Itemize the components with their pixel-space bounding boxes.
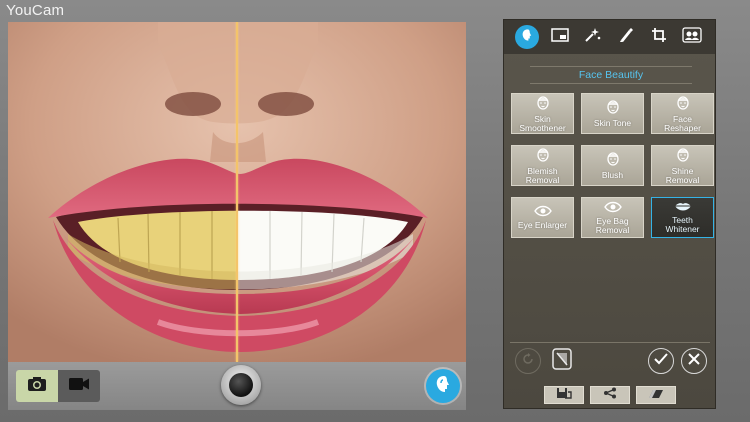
tab-effects[interactable] (581, 25, 605, 49)
camera-bar (8, 362, 466, 410)
tab-crop[interactable] (647, 25, 671, 49)
eye-bag-removal-button[interactable]: Eye Bag Removal (581, 197, 644, 238)
tool-label-line: Removal (525, 174, 560, 185)
tab-face-beautify[interactable] (514, 25, 539, 49)
crop-icon (651, 27, 667, 48)
frame-icon (550, 27, 569, 47)
blemish-removal-button[interactable]: Blemish Removal (511, 145, 574, 186)
beautify-tools-grid: Skin Smoothener Skin Tone Face Reshaper Blemi… (511, 93, 714, 238)
before-after-divider[interactable] (236, 22, 238, 362)
tool-label-line: Eye Enlarger (517, 220, 568, 230)
beautify-toggle-button[interactable] (426, 369, 460, 403)
face-icon (535, 147, 551, 165)
share-button[interactable] (589, 385, 630, 404)
face-reshaper-button[interactable]: Face Reshaper (651, 93, 714, 134)
checkmark-icon (654, 352, 668, 370)
face-swap-icon (682, 26, 703, 48)
face-beautify-icon (433, 374, 453, 399)
panel-divider (510, 342, 710, 343)
face-icon (535, 95, 551, 113)
brush-icon (618, 27, 634, 48)
section-title: Face Beautify (530, 66, 692, 84)
blush-button[interactable]: Blush (581, 145, 644, 186)
face-icon (605, 99, 621, 117)
share-icon (603, 386, 617, 404)
compare-button[interactable] (549, 347, 575, 375)
shutter-icon (229, 373, 253, 397)
eye-enlarger-button[interactable]: Eye Enlarger (511, 197, 574, 238)
face-beautify-icon (520, 28, 534, 47)
face-icon (605, 151, 621, 169)
close-icon (688, 352, 700, 370)
camera-icon (27, 376, 47, 397)
effects-icon (584, 27, 602, 48)
tool-label-line: Removal (595, 224, 630, 235)
apply-button[interactable] (648, 348, 674, 374)
eraser-icon (648, 386, 664, 404)
reset-button[interactable] (515, 348, 541, 374)
refresh-icon (521, 352, 535, 371)
shutter-button[interactable] (221, 365, 261, 405)
tool-label-line: Whitener (665, 223, 700, 234)
capture-mode-toggle (16, 370, 100, 402)
eye-icon (603, 201, 622, 215)
face-icon (675, 147, 691, 165)
photo-preview[interactable] (8, 22, 466, 362)
video-camera-icon (68, 377, 90, 396)
tab-frames[interactable] (548, 25, 572, 49)
photo-mode-button[interactable] (16, 370, 58, 402)
eraser-button[interactable] (635, 385, 676, 404)
tool-label-line: Blush (601, 170, 624, 180)
tool-label-line: Removal (665, 174, 700, 185)
eye-icon (533, 205, 552, 219)
save-button[interactable] (543, 385, 584, 404)
app-title: YouCam (6, 2, 65, 19)
video-mode-button[interactable] (58, 370, 100, 402)
skin-smoothener-button[interactable]: Skin Smoothener (511, 93, 574, 134)
teeth-whitener-button[interactable]: Teeth Whitener (651, 197, 714, 238)
cancel-button[interactable] (681, 348, 707, 374)
beautify-panel: Face Beautify Skin Smoothener Skin Tone Fac… (503, 19, 716, 409)
shine-removal-button[interactable]: Shine Removal (651, 145, 714, 186)
tool-label-line: Skin Tone (593, 118, 632, 128)
lips-icon (674, 202, 692, 214)
compare-icon (552, 347, 572, 375)
skin-tone-button[interactable]: Skin Tone (581, 93, 644, 134)
tool-label-line: Reshaper (664, 122, 701, 133)
panel-bottom-strip (504, 380, 715, 409)
tool-label-line: Smoothener (519, 122, 566, 133)
face-icon (675, 95, 691, 113)
tab-brush[interactable] (614, 25, 638, 49)
tab-face-swap[interactable] (680, 25, 704, 49)
panel-toolbar (504, 20, 715, 54)
save-icon (556, 386, 572, 404)
